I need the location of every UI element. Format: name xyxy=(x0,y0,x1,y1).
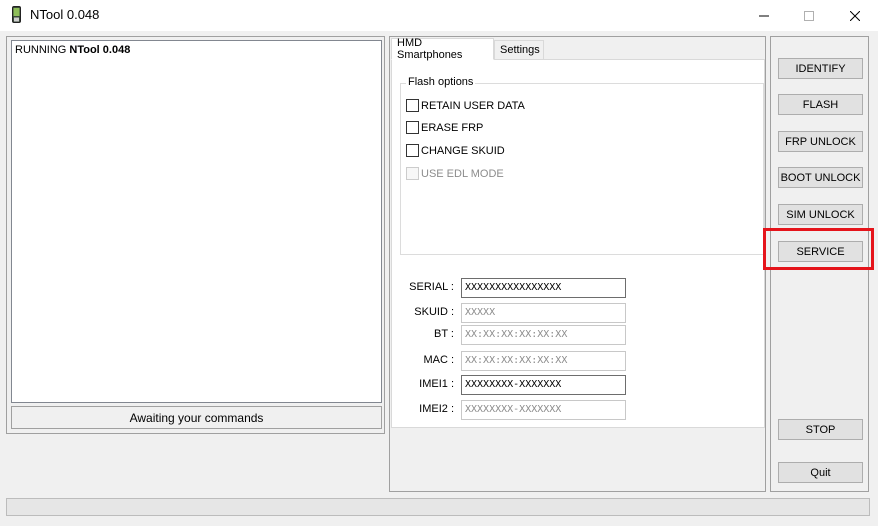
mac-row: MAC : XX:XX:XX:XX:XX:XX xyxy=(392,351,766,371)
tab-page-hmd: Flash options RETAIN USER DATA ERASE FRP… xyxy=(391,59,765,428)
skuid-label: SKUID : xyxy=(414,306,454,318)
use-edl-mode-option: USE EDL MODE xyxy=(406,166,504,181)
title-bar: NTool 0.048 xyxy=(0,0,878,31)
status-bar: Awaiting your commands xyxy=(11,406,382,429)
serial-row: SERIAL : XXXXXXXXXXXXXXXX xyxy=(392,278,766,298)
imei2-field[interactable]: XXXXXXXX-XXXXXXX xyxy=(461,400,626,420)
retain-user-data-option[interactable]: RETAIN USER DATA xyxy=(406,98,525,113)
bt-label: BT : xyxy=(434,328,454,340)
imei2-row: IMEI2 : XXXXXXXX-XXXXXXX xyxy=(392,400,766,420)
phone-icon xyxy=(12,6,21,23)
window-title: NTool 0.048 xyxy=(30,7,100,22)
skuid-row: SKUID : XXXXX xyxy=(392,303,766,323)
erase-frp-checkbox[interactable] xyxy=(406,121,419,134)
quit-button[interactable]: Quit xyxy=(778,462,863,483)
log-app-name: NTool 0.048 xyxy=(69,44,131,56)
maximize-button[interactable] xyxy=(786,0,832,31)
imei1-row: IMEI1 : XXXXXXXX-XXXXXXX xyxy=(392,375,766,395)
erase-frp-option[interactable]: ERASE FRP xyxy=(406,120,483,135)
frp-unlock-button[interactable]: FRP UNLOCK xyxy=(778,131,863,152)
device-panel: HMD Smartphones Settings Flash options R… xyxy=(389,36,766,492)
client-area: RUNNING NTool 0.048 Awaiting your comman… xyxy=(0,31,878,526)
erase-frp-label: ERASE FRP xyxy=(421,121,484,134)
sim-unlock-button[interactable]: SIM UNLOCK xyxy=(778,204,863,225)
tab-settings[interactable]: Settings xyxy=(494,40,544,60)
minimize-button[interactable] xyxy=(741,0,787,31)
log-panel: RUNNING NTool 0.048 Awaiting your comman… xyxy=(6,36,385,434)
stop-button[interactable]: STOP xyxy=(778,419,863,440)
imei2-label: IMEI2 : xyxy=(419,403,454,415)
tab-hmd-smartphones[interactable]: HMD Smartphones xyxy=(391,37,494,61)
close-icon xyxy=(850,10,860,21)
mac-label: MAC : xyxy=(423,354,454,366)
serial-label: SERIAL : xyxy=(409,281,454,293)
mac-field[interactable]: XX:XX:XX:XX:XX:XX xyxy=(461,351,626,371)
flash-options-legend: Flash options xyxy=(406,76,476,88)
change-skuid-option[interactable]: CHANGE SKUID xyxy=(406,143,505,158)
progress-bar xyxy=(6,498,870,516)
change-skuid-checkbox[interactable] xyxy=(406,144,419,157)
maximize-icon xyxy=(804,10,814,21)
use-edl-mode-label: USE EDL MODE xyxy=(421,167,504,180)
bt-row: BT : XX:XX:XX:XX:XX:XX xyxy=(392,325,766,345)
use-edl-mode-checkbox xyxy=(406,167,419,180)
flash-button[interactable]: FLASH xyxy=(778,94,863,115)
log-output[interactable]: RUNNING NTool 0.048 xyxy=(11,40,382,403)
skuid-field[interactable]: XXXXX xyxy=(461,303,626,323)
imei1-field[interactable]: XXXXXXXX-XXXXXXX xyxy=(461,375,626,395)
retain-user-data-label: RETAIN USER DATA xyxy=(421,99,525,112)
change-skuid-label: CHANGE SKUID xyxy=(421,144,505,157)
log-prefix: RUNNING xyxy=(15,44,70,56)
service-highlight-box xyxy=(763,228,874,270)
imei1-label: IMEI1 : xyxy=(419,378,454,390)
bt-field[interactable]: XX:XX:XX:XX:XX:XX xyxy=(461,325,626,345)
serial-field[interactable]: XXXXXXXXXXXXXXXX xyxy=(461,278,626,298)
retain-user-data-checkbox[interactable] xyxy=(406,99,419,112)
flash-options-group: Flash options RETAIN USER DATA ERASE FRP… xyxy=(400,76,764,255)
minimize-icon xyxy=(759,15,769,16)
identify-button[interactable]: IDENTIFY xyxy=(778,58,863,79)
boot-unlock-button[interactable]: BOOT UNLOCK xyxy=(778,167,863,188)
close-button[interactable] xyxy=(832,0,878,31)
